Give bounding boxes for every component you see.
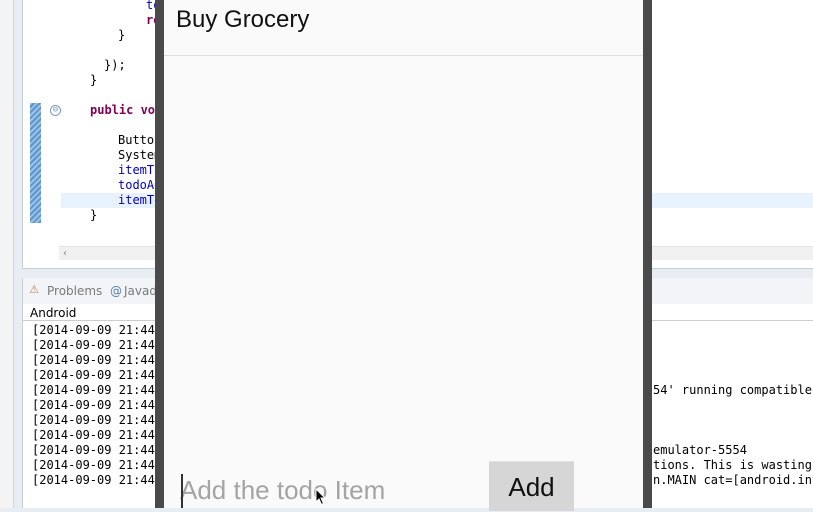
device-screen: Buy Grocery Add (164, 0, 643, 511)
log-line: [2014-09-09 21:44: (32, 458, 163, 472)
console-name: Android (30, 306, 77, 320)
code-line: } (118, 28, 126, 42)
code-line: public voi (90, 103, 163, 117)
log-line: [2014-09-09 21:44: (32, 398, 163, 412)
log-line-tail: emulator-5554 (653, 443, 747, 457)
code-line: }); (104, 58, 126, 72)
fold-toggle-icon[interactable]: ⊖ (50, 105, 61, 116)
log-line-tail: 54' running compatible A (653, 383, 813, 397)
log-line: [2014-09-09 21:44: (32, 473, 163, 487)
emulator-window: Buy Grocery Add (155, 0, 652, 511)
log-line: [2014-09-09 21:44: (32, 443, 163, 457)
mouse-cursor-icon (315, 488, 327, 506)
javadoc-icon: @ (110, 284, 122, 298)
tab-problems[interactable]: Problems (47, 284, 102, 298)
log-line-tail: tions. This is wasting m (653, 458, 813, 472)
log-line: [2014-09-09 21:44: (32, 353, 163, 367)
action-bar: Buy Grocery (164, 0, 643, 56)
app-title: Buy Grocery (176, 6, 310, 33)
log-line: [2014-09-09 21:44: (32, 413, 163, 427)
todo-item-input[interactable] (180, 470, 476, 510)
code-line: } (90, 73, 98, 87)
code-line: } (90, 208, 98, 222)
tab-javadoc[interactable]: Javad (124, 284, 157, 298)
left-gutter-strip (0, 0, 14, 508)
scroll-left-icon[interactable]: ‹ (63, 247, 67, 260)
log-line: [2014-09-09 21:44: (32, 323, 163, 337)
todo-item-field[interactable] (180, 470, 476, 510)
text-caret (181, 474, 183, 508)
add-button[interactable]: Add (489, 461, 574, 511)
log-line: [2014-09-09 21:44: (32, 338, 163, 352)
change-ruler (30, 103, 41, 223)
log-line: [2014-09-09 21:44: (32, 368, 163, 382)
log-line: [2014-09-09 21:44: (32, 383, 163, 397)
log-line: [2014-09-09 21:44: (32, 428, 163, 442)
problems-icon: ⚠ (29, 283, 39, 296)
log-line-tail: n.MAIN cat=[android.int (653, 473, 813, 487)
